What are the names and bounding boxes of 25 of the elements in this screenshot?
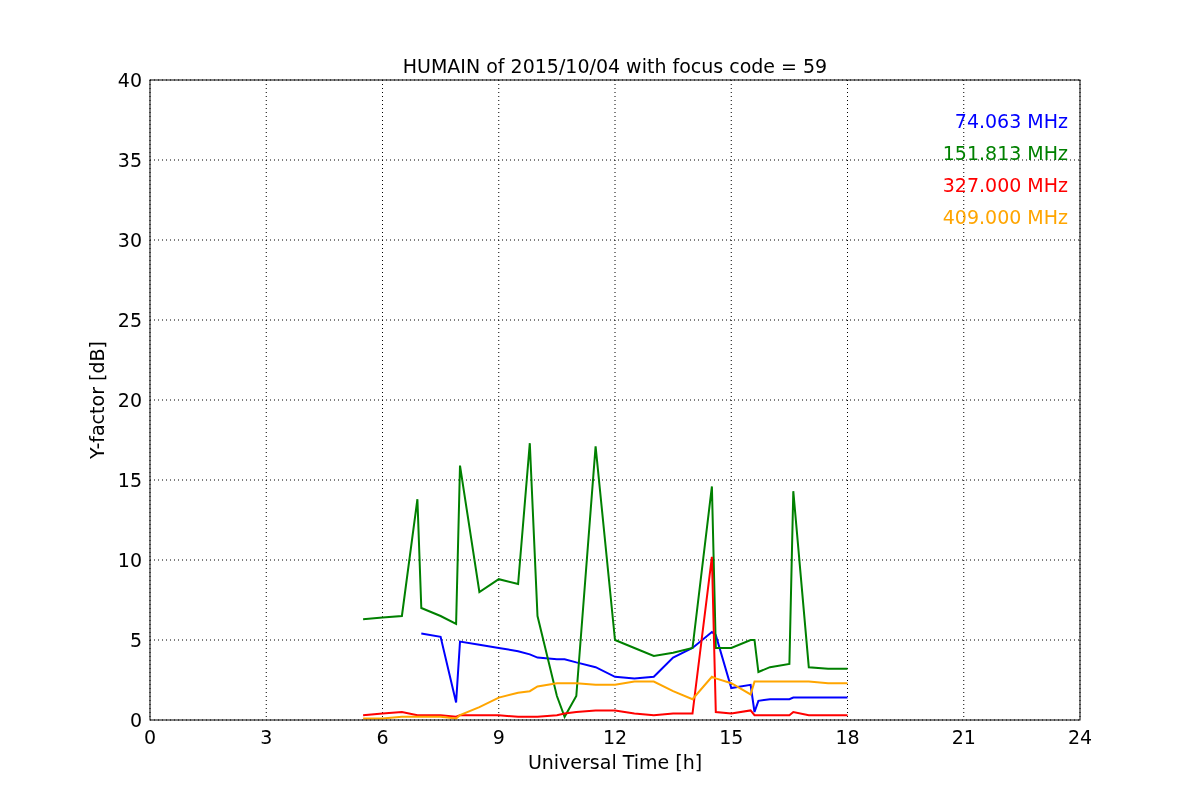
- x-tick-label: 24: [1067, 726, 1093, 748]
- y-tick-label: 40: [117, 69, 142, 91]
- y-axis-label: Y-factor [dB]: [86, 341, 108, 459]
- legend-label: 409.000 MHz: [942, 206, 1068, 228]
- x-tick-label: 18: [835, 726, 860, 748]
- x-tick-label: 0: [143, 726, 157, 748]
- y-tick-label: 20: [117, 389, 142, 411]
- y-tick-label: 30: [117, 229, 142, 251]
- legend-label: 151.813 MHz: [942, 142, 1068, 164]
- x-tick-label: 6: [376, 726, 389, 748]
- y-tick-label: 25: [117, 309, 142, 331]
- y-tick-label: 15: [117, 469, 142, 491]
- x-tick-label: 15: [719, 726, 744, 748]
- legend-label: 327.000 MHz: [942, 174, 1068, 196]
- y-tick-label: 5: [129, 629, 142, 651]
- y-tick-label: 10: [117, 549, 142, 571]
- chart-title: HUMAIN of 2015/10/04 with focus code = 59: [402, 55, 828, 77]
- x-tick-label: 9: [492, 726, 505, 748]
- legend-label: 74.063 MHz: [954, 110, 1068, 132]
- x-tick-label: 12: [602, 726, 628, 748]
- y-tick-label: 35: [117, 149, 142, 171]
- x-axis-label: Universal Time [h]: [527, 751, 703, 773]
- x-tick-label: 21: [951, 726, 976, 748]
- x-tick-label: 3: [260, 726, 273, 748]
- y-tick-label: 0: [129, 709, 142, 731]
